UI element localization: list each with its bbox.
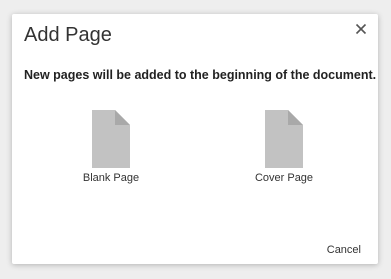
add-page-dialog: Add Page New pages will be added to the … [12,14,378,264]
cover-page-label: Cover Page [254,172,314,184]
blank-page-label: Blank Page [82,172,140,184]
dialog-title: Add Page [24,24,112,46]
cover-page-option[interactable]: Cover Page [244,110,324,184]
close-button[interactable] [354,22,368,36]
document-icon [92,110,130,168]
dialog-message: New pages will be added to the beginning… [24,68,377,82]
close-icon [355,23,367,35]
blank-page-option[interactable]: Blank Page [71,110,151,184]
cancel-button[interactable]: Cancel [327,244,361,256]
document-icon [265,110,303,168]
